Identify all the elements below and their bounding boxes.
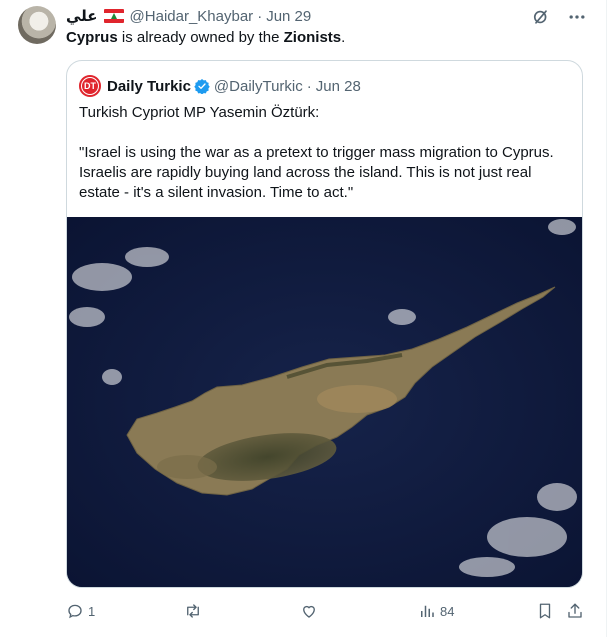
- share-icon: [568, 603, 582, 618]
- quote-date[interactable]: Jun 28: [316, 78, 361, 95]
- user-handle[interactable]: @Haidar_Khaybar: [130, 8, 254, 25]
- grok-icon[interactable]: [530, 6, 552, 28]
- quote-header: DT Daily Turkic @DailyTurkic · Jun 28: [79, 75, 361, 97]
- cyprus-map-image: [67, 217, 582, 587]
- views-count: 84: [440, 603, 455, 619]
- lebanon-flag-icon: [103, 9, 124, 23]
- quote-line-2: Israelis are rapidly buying land across …: [79, 164, 532, 181]
- bookmark-button[interactable]: [536, 600, 554, 622]
- reply-button[interactable]: 1: [66, 600, 95, 622]
- header-separator: ·: [257, 7, 263, 25]
- tweet-text-part-2: is already owned by the: [117, 29, 284, 46]
- quoted-tweet[interactable]: DT Daily Turkic @DailyTurkic · Jun 28 Tu…: [66, 60, 583, 588]
- quote-line-3: estate - it's a silent invasion. Time to…: [79, 184, 354, 201]
- quote-text: Turkish Cypriot MP Yasemin Öztürk: "Isra…: [79, 103, 574, 203]
- tweet: علي @Haidar_Khaybar · Jun 29 Cyprus is a…: [0, 0, 607, 637]
- more-icon[interactable]: [566, 6, 588, 28]
- display-name[interactable]: علي: [66, 7, 98, 25]
- reply-icon: [68, 604, 82, 619]
- repost-button[interactable]: [184, 600, 206, 622]
- tweet-text-bold-2: Zionists: [283, 29, 342, 46]
- reply-count: 1: [88, 603, 96, 619]
- tweet-date[interactable]: Jun 29: [266, 8, 311, 25]
- quote-paragraph-2: "Israel is using the war as a pretext to…: [79, 143, 574, 203]
- tweet-top-actions: [530, 6, 588, 28]
- avatar[interactable]: [18, 6, 56, 44]
- quote-avatar[interactable]: DT: [79, 75, 101, 97]
- tweet-text: Cyprus is already owned by the Zionists.: [66, 28, 345, 48]
- quote-line-1: "Israel is using the war as a pretext to…: [79, 144, 554, 161]
- tweet-header: علي @Haidar_Khaybar · Jun 29: [66, 6, 311, 26]
- tweet-text-part-4: .: [341, 29, 346, 46]
- like-button[interactable]: [300, 600, 322, 622]
- quote-paragraph-1: Turkish Cypriot MP Yasemin Öztürk:: [79, 104, 320, 121]
- repost-icon: [187, 604, 199, 618]
- views-icon: [421, 605, 434, 617]
- verified-badge-icon: [194, 79, 210, 94]
- tweet-actions: 1 84: [66, 600, 586, 624]
- quote-handle[interactable]: @DailyTurkic: [214, 78, 303, 95]
- like-icon: [303, 605, 315, 618]
- share-button[interactable]: [566, 600, 584, 622]
- tweet-text-bold-1: Cyprus: [66, 29, 118, 46]
- bookmark-icon: [539, 603, 551, 619]
- satellite-image-cyprus[interactable]: [67, 217, 582, 587]
- quote-separator: ·: [306, 77, 312, 95]
- views-button[interactable]: 84: [418, 600, 454, 622]
- quote-display-name[interactable]: Daily Turkic: [107, 78, 191, 95]
